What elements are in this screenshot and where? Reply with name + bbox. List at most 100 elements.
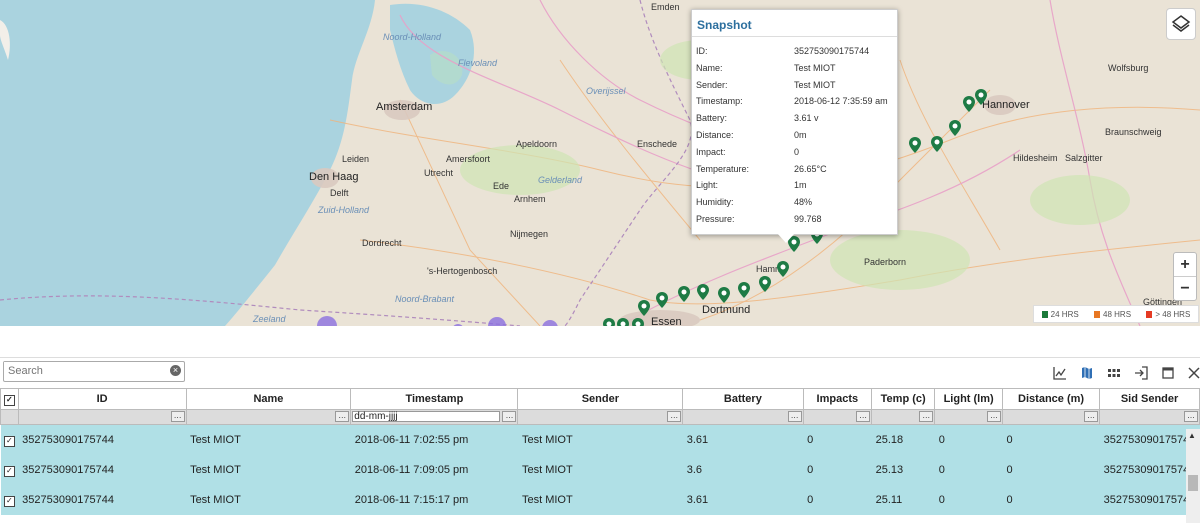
map-marker-icon[interactable] (632, 318, 644, 326)
cell-temp: 25.11 (871, 485, 935, 515)
filter-button-impacts[interactable]: … (856, 411, 871, 422)
popup-row-key: Temperature: (696, 163, 750, 174)
search-box: × (3, 361, 185, 382)
cell-timestamp: 2018-06-11 7:15:17 pm (350, 485, 518, 515)
map-marker-icon[interactable] (963, 96, 975, 112)
map-marker-icon[interactable] (759, 276, 771, 292)
cell-light: 0 (934, 455, 1003, 485)
column-header-battery[interactable]: Battery (682, 388, 804, 410)
cell-impacts: 0 (803, 455, 872, 485)
map-marker-icon[interactable] (656, 292, 668, 308)
map-marker-icon[interactable] (975, 89, 987, 105)
legend-item-24h: 24 HRS (1041, 310, 1079, 319)
filter-button-sender[interactable]: … (667, 411, 682, 422)
scroll-up-icon[interactable]: ▲ (1188, 431, 1196, 440)
filter-button-timestamp[interactable]: … (502, 411, 517, 422)
map-label-s-hertogenbosch: 's-Hertogenbosch (427, 266, 498, 276)
map-label-amsterdam: Amsterdam (376, 101, 433, 113)
filter-button-light[interactable]: … (987, 411, 1001, 422)
column-header-id[interactable]: ID (17, 388, 187, 410)
column-header-light[interactable]: Light (lm) (934, 388, 1003, 410)
scroll-thumb[interactable] (1188, 475, 1198, 491)
filter-button-battery[interactable]: … (787, 411, 802, 422)
close-icon[interactable] (1187, 366, 1200, 380)
row-checkbox[interactable]: ✓ (3, 495, 15, 507)
table-row[interactable]: ✓ 352753090175744 Test MIOT 2018-06-11 7:02… (0, 424, 1200, 455)
popup-row-key: Impact: (696, 146, 726, 157)
row-checkbox[interactable]: ✓ (3, 465, 15, 477)
filter-button-id[interactable]: … (170, 411, 185, 422)
column-header-impacts[interactable]: Impacts (802, 388, 873, 410)
select-all-header[interactable]: ✓ (0, 388, 19, 410)
map-marker-icon[interactable] (949, 120, 961, 136)
column-header-temp[interactable]: Temp (c) (871, 388, 936, 410)
map-marker-icon[interactable] (718, 287, 730, 303)
filter-button-distance[interactable]: … (1084, 411, 1099, 422)
map-marker-icon[interactable] (931, 136, 943, 152)
grid-icon[interactable] (1107, 366, 1121, 380)
legend-swatch-over-48h (1146, 310, 1153, 318)
cell-distance: 0 (1002, 485, 1100, 515)
map-marker-icon[interactable] (777, 261, 789, 277)
map-base-tiles (0, 0, 1200, 326)
cell-battery: 3.6 (682, 455, 804, 485)
map-marker-icon[interactable] (638, 300, 650, 316)
map-label-braunschweig: Braunschweig (1105, 127, 1162, 137)
popup-row-value: Test MIOT (794, 62, 836, 73)
map-label-zeeland: Zeeland (253, 314, 286, 324)
map-marker-icon[interactable] (603, 318, 615, 326)
map-marker-icon[interactable] (697, 284, 709, 300)
layers-button[interactable] (1166, 8, 1196, 40)
chart-icon[interactable] (1053, 366, 1067, 380)
popup-tip (777, 233, 795, 243)
table-row[interactable]: ✓ 352753090175744 Test MIOT 2018-06-11 7:09… (0, 455, 1200, 485)
map-icon[interactable] (1080, 366, 1094, 380)
zoom-control: + − (1173, 252, 1197, 301)
column-header-distance[interactable]: Distance (m) (1001, 388, 1101, 410)
column-header-name[interactable]: Name (185, 388, 352, 410)
maximize-icon[interactable] (1161, 366, 1175, 380)
map-marker-icon[interactable] (738, 282, 750, 298)
popup-row-value: 1m (794, 180, 807, 191)
zoom-in-button[interactable]: + (1174, 253, 1196, 277)
grid-scrollbar[interactable]: ▲ (1186, 429, 1200, 523)
cell-distance: 0 (1002, 455, 1100, 485)
cell-sid-sender: 352753090175744 (1099, 485, 1200, 515)
timestamp-filter-input[interactable]: dd-mm-jjjj (352, 411, 501, 422)
map-legend: 24 HRS 48 HRS > 48 HRS (1033, 305, 1199, 323)
filter-button-temp[interactable]: … (919, 411, 934, 422)
filter-button-name[interactable]: … (335, 411, 350, 422)
table-row[interactable]: ✓ 352753090175744 Test MIOT 2018-06-11 7:15… (0, 485, 1200, 515)
filter-cell-sender: … (517, 409, 684, 425)
cell-temp: 25.18 (871, 424, 935, 455)
clear-search-icon[interactable]: × (170, 365, 181, 376)
popup-row-key: Name: (696, 62, 723, 73)
filter-cell-impacts: … (802, 409, 873, 425)
column-header-sid-sender[interactable]: Sid Sender (1099, 388, 1200, 410)
row-select-cell: ✓ (0, 455, 19, 485)
map-marker-icon[interactable] (909, 137, 921, 153)
column-header-timestamp[interactable]: Timestamp (350, 388, 519, 410)
legend-item-48h: 48 HRS (1094, 310, 1131, 319)
cell-light: 0 (934, 485, 1003, 515)
panel-divider (0, 357, 1200, 358)
row-checkbox[interactable]: ✓ (3, 435, 15, 447)
map-label-zuid-holland: Zuid-Holland (318, 205, 370, 215)
map-view[interactable]: Noord-Holland Flevoland Overijssel Gelde… (0, 0, 1200, 326)
zoom-out-button[interactable]: − (1174, 277, 1196, 300)
row-select-cell: ✓ (0, 424, 19, 455)
map-marker-icon[interactable] (678, 286, 690, 302)
popup-row-value: 48% (794, 197, 813, 208)
cell-sender: Test MIOT (517, 424, 683, 455)
map-marker-icon[interactable] (617, 318, 629, 326)
cell-id: 352753090175744 (18, 455, 187, 485)
search-input[interactable] (4, 362, 168, 379)
select-all-checkbox[interactable]: ✓ (3, 394, 15, 406)
cell-id: 352753090175744 (18, 485, 187, 515)
filter-button-sid-sender[interactable]: … (1184, 411, 1198, 422)
map-label-gelderland: Gelderland (538, 175, 583, 185)
legend-label-48h: 48 HRS (1103, 309, 1132, 319)
column-header-sender[interactable]: Sender (517, 388, 684, 410)
export-icon[interactable] (1134, 366, 1148, 380)
map-label-amersfoort: Amersfoort (446, 154, 491, 164)
